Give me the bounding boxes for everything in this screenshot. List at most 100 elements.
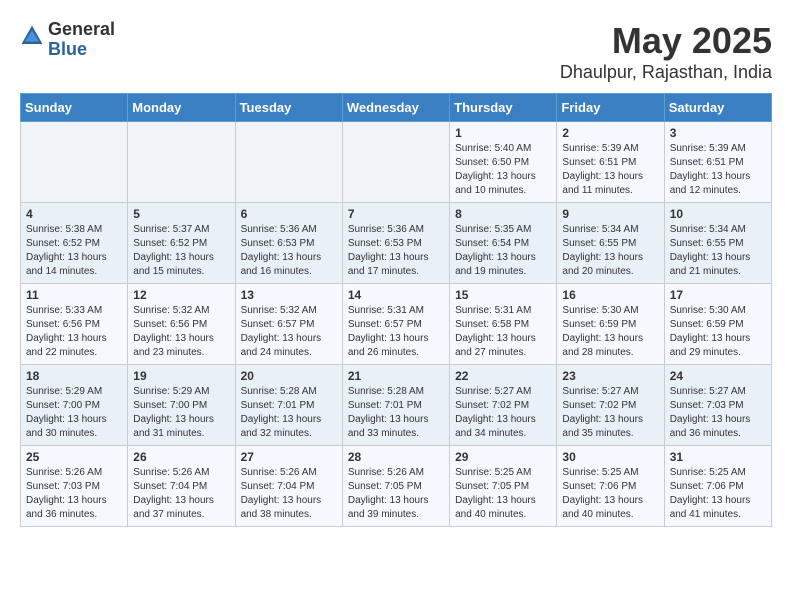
day-number: 27: [241, 450, 337, 464]
week-row-1: 1 Sunrise: 5:40 AMSunset: 6:50 PMDaylight…: [21, 122, 772, 203]
day-info: Sunrise: 5:38 AMSunset: 6:52 PMDaylight:…: [26, 223, 122, 279]
day-number: 16: [562, 288, 658, 302]
header-wednesday: Wednesday: [342, 94, 449, 122]
day-number: 13: [241, 288, 337, 302]
day-number: 28: [348, 450, 444, 464]
table-cell: [21, 122, 128, 203]
day-info: Sunrise: 5:40 AMSunset: 6:50 PMDaylight:…: [455, 142, 551, 198]
day-number: 22: [455, 369, 551, 383]
day-number: 7: [348, 207, 444, 221]
day-info: Sunrise: 5:33 AMSunset: 6:56 PMDaylight:…: [26, 304, 122, 360]
month-year: May 2025: [560, 20, 772, 62]
table-cell: 15 Sunrise: 5:31 AMSunset: 6:58 PMDayligh…: [450, 284, 557, 365]
day-number: 18: [26, 369, 122, 383]
day-info: Sunrise: 5:36 AMSunset: 6:53 PMDaylight:…: [348, 223, 444, 279]
table-cell: 19 Sunrise: 5:29 AMSunset: 7:00 PMDayligh…: [128, 365, 235, 446]
day-number: 31: [670, 450, 766, 464]
day-number: 26: [133, 450, 229, 464]
table-cell: 30 Sunrise: 5:25 AMSunset: 7:06 PMDayligh…: [557, 446, 664, 527]
table-cell: 1 Sunrise: 5:40 AMSunset: 6:50 PMDaylight…: [450, 122, 557, 203]
day-info: Sunrise: 5:39 AMSunset: 6:51 PMDaylight:…: [562, 142, 658, 198]
day-number: 11: [26, 288, 122, 302]
table-cell: 18 Sunrise: 5:29 AMSunset: 7:00 PMDayligh…: [21, 365, 128, 446]
day-info: Sunrise: 5:31 AMSunset: 6:58 PMDaylight:…: [455, 304, 551, 360]
day-info: Sunrise: 5:25 AMSunset: 7:06 PMDaylight:…: [562, 466, 658, 522]
week-row-4: 18 Sunrise: 5:29 AMSunset: 7:00 PMDayligh…: [21, 365, 772, 446]
location: Dhaulpur, Rajasthan, India: [560, 62, 772, 83]
day-info: Sunrise: 5:27 AMSunset: 7:02 PMDaylight:…: [562, 385, 658, 441]
table-cell: 4Sunrise: 5:38 AMSunset: 6:52 PMDaylight…: [21, 203, 128, 284]
table-cell: 11 Sunrise: 5:33 AMSunset: 6:56 PMDayligh…: [21, 284, 128, 365]
table-cell: 14 Sunrise: 5:31 AMSunset: 6:57 PMDayligh…: [342, 284, 449, 365]
calendar-body: 1 Sunrise: 5:40 AMSunset: 6:50 PMDaylight…: [21, 122, 772, 527]
table-cell: 13 Sunrise: 5:32 AMSunset: 6:57 PMDayligh…: [235, 284, 342, 365]
day-info: Sunrise: 5:26 AMSunset: 7:04 PMDaylight:…: [241, 466, 337, 522]
week-row-2: 4Sunrise: 5:38 AMSunset: 6:52 PMDaylight…: [21, 203, 772, 284]
day-number: 1: [455, 126, 551, 140]
table-cell: 7 Sunrise: 5:36 AMSunset: 6:53 PMDaylight…: [342, 203, 449, 284]
table-cell: 3 Sunrise: 5:39 AMSunset: 6:51 PMDaylight…: [664, 122, 771, 203]
table-cell: 29 Sunrise: 5:25 AMSunset: 7:05 PMDayligh…: [450, 446, 557, 527]
table-cell: 31Sunrise: 5:25 AMSunset: 7:06 PMDayligh…: [664, 446, 771, 527]
header-row: SundayMondayTuesdayWednesdayThursdayFrid…: [21, 94, 772, 122]
day-info: Sunrise: 5:26 AMSunset: 7:03 PMDaylight:…: [26, 466, 122, 522]
day-number: 8: [455, 207, 551, 221]
table-cell: 9Sunrise: 5:34 AMSunset: 6:55 PMDaylight…: [557, 203, 664, 284]
day-info: Sunrise: 5:27 AMSunset: 7:03 PMDaylight:…: [670, 385, 766, 441]
table-cell: 6Sunrise: 5:36 AMSunset: 6:53 PMDaylight…: [235, 203, 342, 284]
logo: General Blue: [20, 20, 115, 60]
table-cell: [235, 122, 342, 203]
day-info: Sunrise: 5:34 AMSunset: 6:55 PMDaylight:…: [562, 223, 658, 279]
day-info: Sunrise: 5:32 AMSunset: 6:56 PMDaylight:…: [133, 304, 229, 360]
header-monday: Monday: [128, 94, 235, 122]
table-cell: 5Sunrise: 5:37 AMSunset: 6:52 PMDaylight…: [128, 203, 235, 284]
day-info: Sunrise: 5:39 AMSunset: 6:51 PMDaylight:…: [670, 142, 766, 198]
day-info: Sunrise: 5:31 AMSunset: 6:57 PMDaylight:…: [348, 304, 444, 360]
day-info: Sunrise: 5:32 AMSunset: 6:57 PMDaylight:…: [241, 304, 337, 360]
day-number: 25: [26, 450, 122, 464]
day-number: 24: [670, 369, 766, 383]
day-number: 23: [562, 369, 658, 383]
week-row-3: 11 Sunrise: 5:33 AMSunset: 6:56 PMDayligh…: [21, 284, 772, 365]
day-number: 6: [241, 207, 337, 221]
table-cell: 26Sunrise: 5:26 AMSunset: 7:04 PMDayligh…: [128, 446, 235, 527]
title-block: May 2025 Dhaulpur, Rajasthan, India: [560, 20, 772, 83]
table-cell: 27 Sunrise: 5:26 AMSunset: 7:04 PMDayligh…: [235, 446, 342, 527]
table-cell: 2Sunrise: 5:39 AMSunset: 6:51 PMDaylight…: [557, 122, 664, 203]
day-info: Sunrise: 5:29 AMSunset: 7:00 PMDaylight:…: [26, 385, 122, 441]
day-number: 30: [562, 450, 658, 464]
day-number: 3: [670, 126, 766, 140]
day-number: 5: [133, 207, 229, 221]
day-info: Sunrise: 5:25 AMSunset: 7:05 PMDaylight:…: [455, 466, 551, 522]
table-cell: 25 Sunrise: 5:26 AMSunset: 7:03 PMDayligh…: [21, 446, 128, 527]
header-tuesday: Tuesday: [235, 94, 342, 122]
week-row-5: 25 Sunrise: 5:26 AMSunset: 7:03 PMDayligh…: [21, 446, 772, 527]
table-cell: [342, 122, 449, 203]
calendar-table: SundayMondayTuesdayWednesdayThursdayFrid…: [20, 93, 772, 527]
header-thursday: Thursday: [450, 94, 557, 122]
day-info: Sunrise: 5:34 AMSunset: 6:55 PMDaylight:…: [670, 223, 766, 279]
table-cell: 21Sunrise: 5:28 AMSunset: 7:01 PMDayligh…: [342, 365, 449, 446]
day-number: 10: [670, 207, 766, 221]
day-info: Sunrise: 5:28 AMSunset: 7:01 PMDaylight:…: [241, 385, 337, 441]
day-info: Sunrise: 5:28 AMSunset: 7:01 PMDaylight:…: [348, 385, 444, 441]
day-info: Sunrise: 5:30 AMSunset: 6:59 PMDaylight:…: [670, 304, 766, 360]
day-number: 14: [348, 288, 444, 302]
logo-text: General Blue: [48, 20, 115, 60]
day-info: Sunrise: 5:27 AMSunset: 7:02 PMDaylight:…: [455, 385, 551, 441]
day-number: 29: [455, 450, 551, 464]
table-cell: 22 Sunrise: 5:27 AMSunset: 7:02 PMDayligh…: [450, 365, 557, 446]
page-header: General Blue May 2025 Dhaulpur, Rajastha…: [20, 20, 772, 83]
table-cell: 16Sunrise: 5:30 AMSunset: 6:59 PMDayligh…: [557, 284, 664, 365]
table-cell: 23 Sunrise: 5:27 AMSunset: 7:02 PMDayligh…: [557, 365, 664, 446]
header-friday: Friday: [557, 94, 664, 122]
day-number: 20: [241, 369, 337, 383]
table-cell: 10 Sunrise: 5:34 AMSunset: 6:55 PMDayligh…: [664, 203, 771, 284]
day-number: 12: [133, 288, 229, 302]
table-cell: 8Sunrise: 5:35 AMSunset: 6:54 PMDaylight…: [450, 203, 557, 284]
day-number: 19: [133, 369, 229, 383]
table-cell: 20 Sunrise: 5:28 AMSunset: 7:01 PMDayligh…: [235, 365, 342, 446]
day-info: Sunrise: 5:29 AMSunset: 7:00 PMDaylight:…: [133, 385, 229, 441]
table-cell: [128, 122, 235, 203]
day-number: 15: [455, 288, 551, 302]
